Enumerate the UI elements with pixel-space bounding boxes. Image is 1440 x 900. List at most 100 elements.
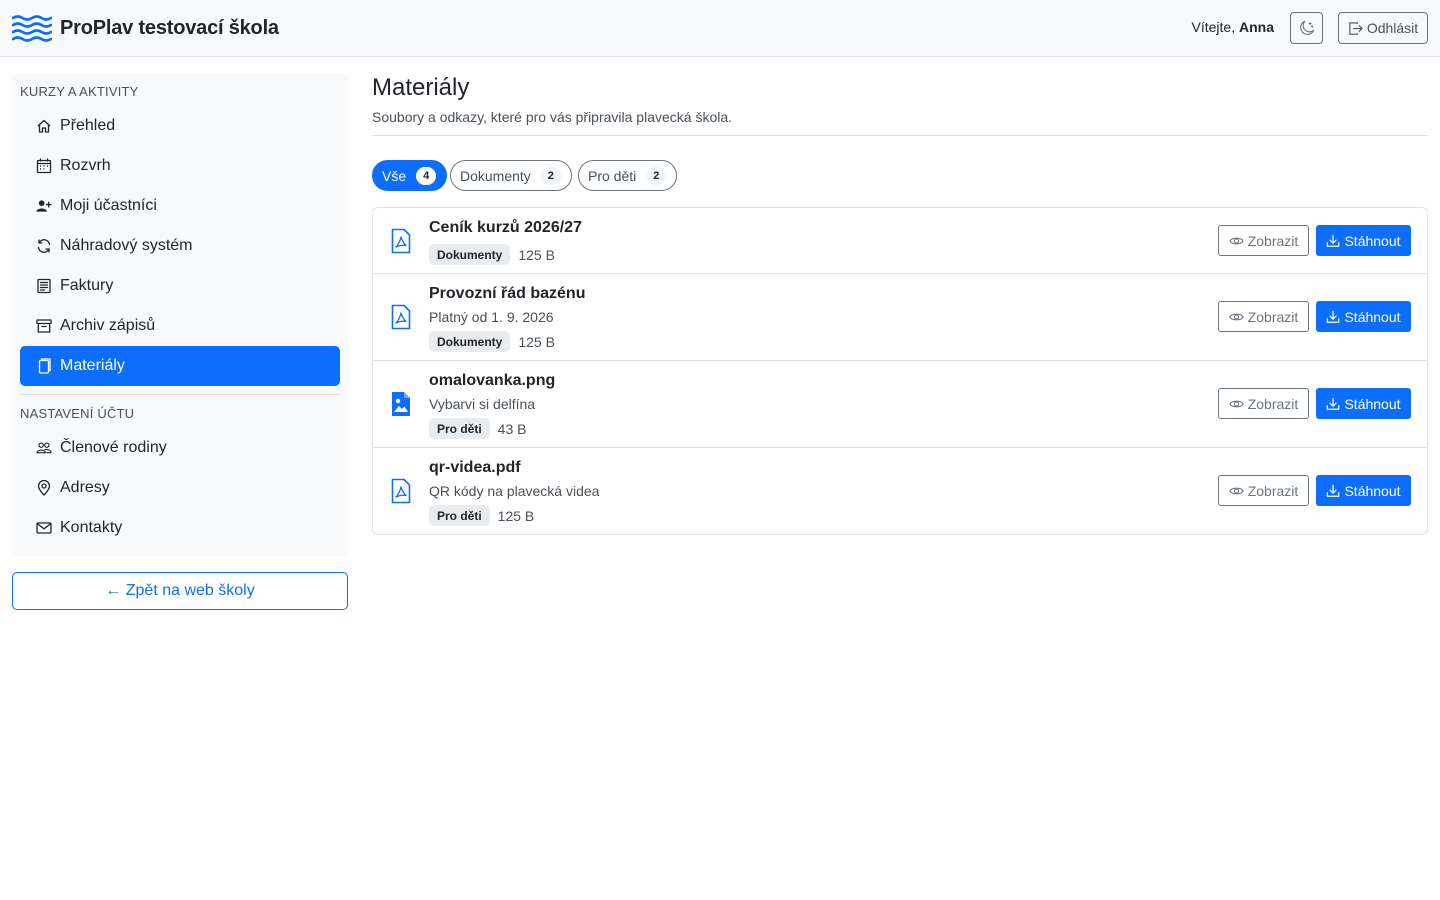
theme-toggle-button[interactable] (1290, 12, 1323, 44)
sidebar-item-ucastnici[interactable]: Moji účastníci (20, 186, 340, 226)
download-button[interactable]: Stáhnout (1316, 475, 1411, 506)
sidebar-item-prehled[interactable]: Přehled (20, 106, 340, 146)
eye-icon (1229, 311, 1244, 323)
file-description: Platný od 1. 9. 2026 (429, 309, 554, 325)
file-meta: Dokumenty 125 B (429, 331, 555, 352)
sidebar-item-archiv[interactable]: Archiv zápisů (20, 306, 340, 346)
category-badge: Dokumenty (429, 244, 511, 265)
back-to-website-button[interactable]: ← Zpět na web školy (12, 572, 348, 610)
view-label: Zobrazit (1247, 482, 1299, 499)
filter-for-kids[interactable]: Pro děti 2 (578, 160, 678, 191)
sidebar-item-label: Kontakty (60, 519, 123, 536)
view-button[interactable]: Zobrazit (1218, 388, 1309, 419)
eye-icon (1229, 398, 1244, 410)
people-icon (36, 440, 52, 456)
filter-all[interactable]: Vše 4 (372, 160, 448, 191)
download-button[interactable]: Stáhnout (1316, 301, 1411, 332)
page-subtitle: Soubory a odkazy, které pro vás připravi… (372, 109, 733, 125)
welcome-prefix: Vítejte, (1191, 19, 1236, 35)
file-pdf-icon (391, 304, 411, 330)
geo-alt-icon (36, 480, 52, 496)
sidebar-item-rozvrh[interactable]: Rozvrh (20, 146, 340, 186)
sidebar-item-kontakty[interactable]: Kontakty (20, 508, 340, 548)
sidebar: KURZY A AKTIVITY Přehled Rozvrh Moji úča… (12, 73, 348, 556)
top-navbar: ProPlav testovací škola Vítejte, Anna Od… (0, 0, 1440, 57)
files-icon (36, 358, 52, 374)
house-icon (36, 118, 52, 134)
logout-label: Odhlásit (1366, 20, 1419, 36)
filter-documents[interactable]: Dokumenty 2 (450, 160, 572, 191)
welcome-text: Vítejte, Anna (1192, 19, 1274, 35)
sidebar-section-account: NASTAVENÍ ÚČTU (20, 406, 135, 421)
arrow-repeat-icon (36, 238, 52, 254)
category-badge: Pro děti (429, 418, 490, 439)
box-arrow-right-icon (1348, 21, 1363, 36)
moon-stars-icon (1299, 20, 1315, 36)
sidebar-item-label: Archiv zápisů (60, 317, 156, 334)
file-description: Vybarvi si delfína (429, 396, 536, 412)
materials-list: Ceník kurzů 2026/27 Dokumenty 125 B Zobr… (372, 207, 1428, 535)
logout-button[interactable]: Odhlásit (1338, 12, 1428, 44)
eye-icon (1229, 235, 1244, 247)
file-image-icon (391, 391, 411, 417)
sidebar-section-courses: KURZY A AKTIVITY (20, 84, 139, 99)
file-size: 125 B (518, 333, 555, 350)
page-title: Materiály (372, 74, 470, 101)
file-pdf-icon (391, 228, 411, 254)
archive-icon (36, 318, 52, 334)
view-label: Zobrazit (1247, 232, 1299, 249)
brand-name: ProPlav testovací škola (60, 16, 279, 39)
calendar-icon (36, 158, 52, 174)
file-pdf-icon (391, 478, 411, 504)
download-label: Stáhnout (1344, 232, 1401, 249)
brand-link[interactable]: ProPlav testovací škola (11, 14, 279, 42)
sidebar-item-faktury[interactable]: Faktury (20, 266, 340, 306)
file-size: 125 B (518, 246, 555, 263)
category-badge: Pro děti (429, 505, 490, 526)
title-divider (372, 135, 1428, 136)
view-label: Zobrazit (1247, 395, 1299, 412)
sidebar-item-nahrady[interactable]: Náhradový systém (20, 226, 340, 266)
file-meta: Pro děti 125 B (429, 505, 534, 526)
list-item: Ceník kurzů 2026/27 Dokumenty 125 B Zobr… (373, 208, 1427, 274)
sidebar-item-label: Adresy (60, 479, 110, 496)
filter-count: 2 (646, 166, 667, 185)
file-description: QR kódy na plavecká videa (429, 483, 600, 499)
file-name[interactable]: omalovanka.png (429, 372, 555, 390)
person-plus-icon (36, 198, 52, 214)
file-name[interactable]: qr-videa.pdf (429, 459, 521, 477)
view-label: Zobrazit (1247, 308, 1299, 325)
file-size: 43 B (497, 420, 527, 437)
download-button[interactable]: Stáhnout (1316, 225, 1411, 256)
eye-icon (1229, 485, 1244, 497)
filter-label: Vše (382, 167, 407, 184)
download-label: Stáhnout (1344, 482, 1401, 499)
download-icon (1326, 310, 1340, 324)
download-button[interactable]: Stáhnout (1316, 388, 1411, 419)
view-button[interactable]: Zobrazit (1218, 475, 1309, 506)
download-icon (1326, 397, 1340, 411)
download-label: Stáhnout (1344, 395, 1401, 412)
file-size: 125 B (497, 507, 535, 524)
file-name[interactable]: Provozní řád bazénu (429, 285, 585, 303)
sidebar-item-clenove[interactable]: Členové rodiny (20, 428, 340, 468)
view-button[interactable]: Zobrazit (1218, 301, 1309, 332)
download-icon (1326, 484, 1340, 498)
file-meta: Dokumenty 125 B (429, 244, 555, 265)
sidebar-item-label: Moji účastníci (60, 197, 157, 214)
file-name[interactable]: Ceník kurzů 2026/27 (429, 219, 582, 237)
filter-count: 2 (540, 166, 561, 185)
download-label: Stáhnout (1344, 308, 1401, 325)
envelope-icon (36, 520, 52, 536)
list-item: omalovanka.png Vybarvi si delfína Pro dě… (373, 361, 1427, 448)
sidebar-item-label: Členové rodiny (60, 439, 167, 456)
sidebar-item-label: Přehled (60, 117, 116, 134)
sidebar-item-adresy[interactable]: Adresy (20, 468, 340, 508)
sidebar-item-label: Faktury (60, 277, 114, 294)
list-item: qr-videa.pdf QR kódy na plavecká videa P… (373, 448, 1427, 534)
sidebar-item-label: Materiály (60, 357, 125, 374)
category-badge: Dokumenty (429, 331, 511, 352)
view-button[interactable]: Zobrazit (1218, 225, 1309, 256)
list-item: Provozní řád bazénu Platný od 1. 9. 2026… (373, 274, 1427, 361)
sidebar-item-materialy[interactable]: Materiály (20, 346, 340, 386)
